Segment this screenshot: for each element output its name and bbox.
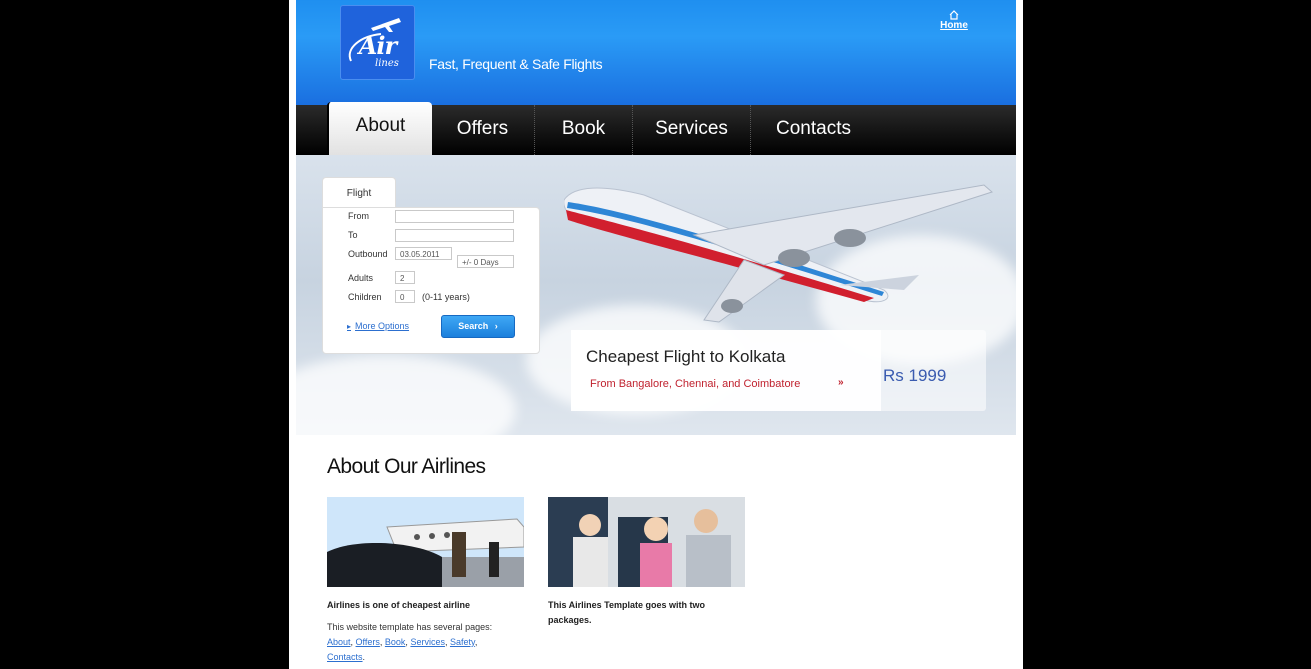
airplane-image (564, 184, 993, 323)
passengers-photo (548, 497, 745, 587)
tab-flight[interactable]: Flight (322, 177, 396, 208)
home-link[interactable]: Home (936, 10, 972, 31)
airlines-logo[interactable]: Air lines (340, 5, 415, 80)
flight-search-form: From To Outbound 03.05.2011 +/- 0 Days A… (322, 207, 540, 354)
col2-heading-line2: packages. (548, 615, 592, 625)
promo-box[interactable]: Cheapest Flight to Kolkata From Bangalor… (571, 330, 986, 411)
logo-subtext: lines (375, 58, 399, 69)
more-options-link[interactable]: ▸ More Options (347, 321, 409, 331)
col2-heading-line1: This Airlines Template goes with two (548, 600, 706, 610)
site-header: Air lines Fast, Frequent & Safe Flights … (296, 0, 1016, 105)
outbound-label: Outbound (348, 249, 388, 259)
col1-description: This website template has several pages: (327, 622, 493, 632)
about-heading: About Our Airlines (327, 455, 486, 478)
jet-photo (327, 497, 524, 587)
children-age-note: (0-11 years) (422, 292, 470, 302)
promo-subtitle: From Bangalore, Chennai, and Coimbatore (590, 378, 801, 390)
to-field[interactable] (395, 229, 514, 242)
home-label: Home (940, 20, 968, 31)
private-jet-image (327, 497, 524, 587)
main-nav: About Offers Book Services Contacts (296, 102, 1016, 155)
passengers-image (548, 497, 745, 587)
col2-heading: This Airlines Template goes with two pac… (548, 598, 745, 628)
search-button[interactable]: Search › (441, 315, 515, 338)
nav-item-contacts[interactable]: Contacts (751, 105, 876, 155)
outbound-date-field[interactable]: 03.05.2011 (395, 247, 452, 260)
more-options-label: More Options (355, 321, 410, 331)
link-contacts[interactable]: Contacts (327, 652, 363, 662)
promo-panel: Cheapest Flight to Kolkata From Bangalor… (571, 330, 881, 411)
nav-item-about[interactable]: About (327, 102, 432, 155)
children-field[interactable]: 0 (395, 290, 415, 303)
link-book[interactable]: Book (385, 637, 406, 647)
to-label: To (348, 230, 358, 240)
tagline: Fast, Frequent & Safe Flights (429, 56, 603, 72)
nav-item-offers[interactable]: Offers (431, 105, 535, 155)
link-offers[interactable]: Offers (356, 637, 380, 647)
nav-item-book[interactable]: Book (535, 105, 633, 155)
promo-title: Cheapest Flight to Kolkata (586, 347, 786, 366)
hero-banner: Flight From To Outbound 03.05.2011 +/- 0… (296, 155, 1016, 435)
from-field[interactable] (395, 210, 514, 223)
page: Air lines Fast, Frequent & Safe Flights … (289, 0, 1023, 669)
from-label: From (348, 211, 369, 221)
link-safety[interactable]: Safety (450, 637, 475, 647)
adults-field[interactable]: 2 (395, 271, 415, 284)
link-about[interactable]: About (327, 637, 351, 647)
days-range-select[interactable]: +/- 0 Days (457, 255, 514, 268)
children-label: Children (348, 292, 382, 302)
chevron-right-icon: › (494, 321, 498, 331)
cloud-shape (296, 355, 516, 435)
home-icon (949, 10, 959, 20)
double-arrow-icon: » (838, 377, 843, 388)
logo-text: Air (358, 31, 397, 60)
search-button-label: Search (458, 321, 489, 331)
adults-label: Adults (348, 273, 374, 283)
promo-price: Rs 1999 (883, 366, 947, 385)
arrow-right-icon: ▸ (347, 322, 352, 331)
col1-heading: Airlines is one of cheapest airline (327, 600, 471, 610)
link-services[interactable]: Services (410, 637, 445, 647)
col1-text: This website template has several pages:… (327, 622, 493, 662)
nav-item-services[interactable]: Services (633, 105, 751, 155)
